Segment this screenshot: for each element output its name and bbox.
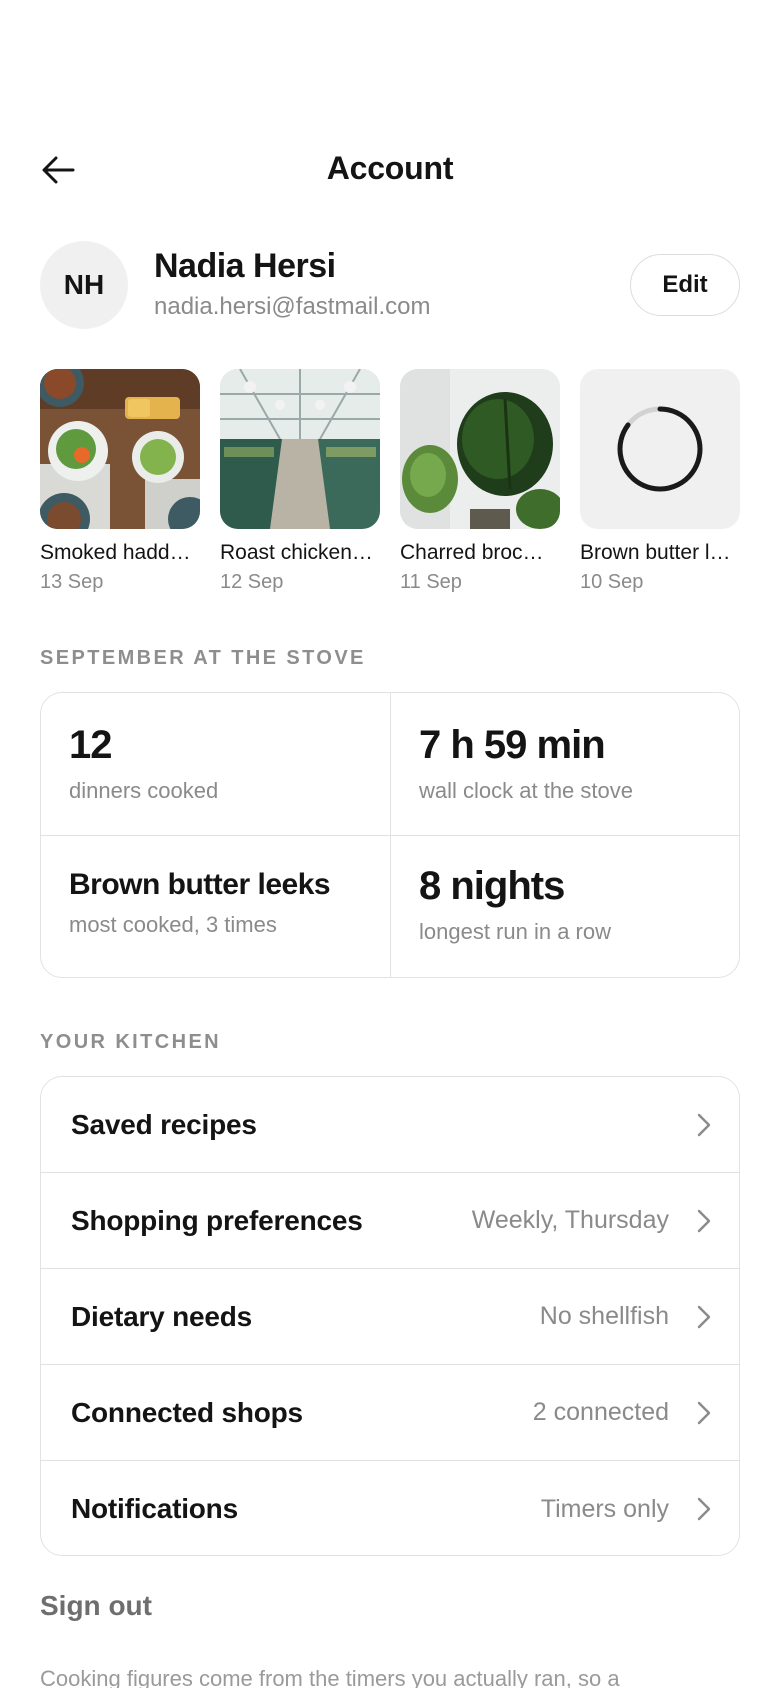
sign-out-button[interactable]: Sign out	[40, 1590, 152, 1622]
stat-time-at-stove: 7 h 59 min wall clock at the stove	[391, 693, 739, 836]
settings-row-value: Weekly, Thursday	[471, 1206, 669, 1234]
stat-dinners-cooked: 12 dinners cooked	[41, 693, 391, 836]
profile-email: nadia.hersi@fastmail.com	[154, 293, 431, 320]
settings-row-dietary-needs[interactable]: Dietary needs No shellfish	[41, 1269, 739, 1365]
stats-section-label: SEPTEMBER AT THE STOVE	[40, 647, 366, 669]
recent-cook-title: Charred broc…	[400, 541, 544, 564]
top-bar: Account	[0, 140, 780, 200]
recent-cook-title: Smoked hadd…	[40, 541, 191, 564]
kitchen-section-label: YOUR KITCHEN	[40, 1031, 222, 1053]
recipe-photo-loading	[580, 369, 740, 529]
stat-value: 7 h 59 min	[419, 723, 606, 767]
chevron-right-icon	[697, 1497, 711, 1521]
stats-grid: 12 dinners cooked 7 h 59 min wall clock …	[40, 692, 740, 978]
recent-cook-date: 12 Sep	[220, 571, 284, 593]
chevron-right-icon	[697, 1305, 711, 1328]
recent-cook-date: 11 Sep	[400, 571, 462, 593]
stat-value: Brown butter leeks	[69, 868, 331, 901]
settings-row-label: Notifications	[71, 1493, 238, 1524]
recent-cook-tile[interactable]: Roast chicken… 12 Sep	[220, 369, 380, 594]
stat-caption: dinners cooked	[69, 778, 219, 803]
recent-cook-tile[interactable]: Brown butter l… 10 Sep	[580, 369, 740, 594]
profile-card: NH Nadia Hersi nadia.hersi@fastmail.com …	[40, 241, 740, 331]
page-title: Account	[326, 150, 454, 186]
chevron-right-icon	[697, 1401, 711, 1424]
stat-caption: most cooked, 3 times	[69, 912, 277, 937]
settings-row-connected-shops[interactable]: Connected shops 2 connected	[41, 1365, 739, 1461]
settings-row-label: Dietary needs	[71, 1300, 253, 1332]
settings-row-shopping-preferences[interactable]: Shopping preferences Weekly, Thursday	[41, 1173, 739, 1269]
chevron-right-icon	[697, 1113, 711, 1136]
edit-profile-button[interactable]: Edit	[630, 254, 740, 316]
settings-row-value: 2 connected	[532, 1398, 669, 1426]
recent-cook-date: 10 Sep	[580, 571, 644, 593]
recipe-photo-smoked-haddock	[40, 369, 200, 529]
stats-footnote: Cooking figures come from the timers you…	[40, 1666, 620, 1688]
settings-row-label: Connected shops	[71, 1396, 303, 1428]
profile-name: Nadia Hersi	[154, 247, 336, 285]
stat-value: 8 nights	[419, 864, 565, 908]
stat-value: 12	[69, 723, 113, 767]
recent-cook-tile[interactable]: Charred broc… 11 Sep	[400, 369, 560, 594]
recent-cook-tile[interactable]: Smoked hadd… 13 Sep	[40, 369, 200, 594]
stat-longest-run: 8 nights longest run in a row	[391, 836, 739, 977]
settings-row-notifications[interactable]: Notifications Timers only	[41, 1461, 739, 1555]
chevron-right-icon	[697, 1209, 711, 1232]
settings-row-saved-recipes[interactable]: Saved recipes	[41, 1077, 739, 1173]
loading-spinner-icon	[617, 406, 703, 492]
stat-caption: wall clock at the stove	[419, 778, 633, 803]
settings-row-label: Saved recipes	[71, 1108, 257, 1140]
recent-cook-date: 13 Sep	[40, 571, 104, 593]
settings-row-label: Shopping preferences	[71, 1204, 363, 1236]
settings-row-value: No shellfish	[539, 1302, 669, 1330]
recipe-photo-charred-broccoli	[400, 369, 560, 529]
avatar: NH	[40, 241, 128, 329]
settings-row-value: Timers only	[540, 1494, 669, 1523]
stat-caption: longest run in a row	[419, 919, 611, 944]
recent-cooks-carousel: Smoked hadd… 13 Sep Roast chicken… 12 Se…	[40, 369, 780, 599]
recipe-photo-roast-chicken	[220, 369, 380, 529]
recent-cook-title: Roast chicken…	[220, 541, 373, 564]
recent-cook-title: Brown butter l…	[580, 541, 731, 564]
stat-most-cooked: Brown butter leeks most cooked, 3 times	[41, 836, 391, 977]
kitchen-settings-list: Saved recipes Shopping preferences Weekl…	[40, 1076, 740, 1556]
